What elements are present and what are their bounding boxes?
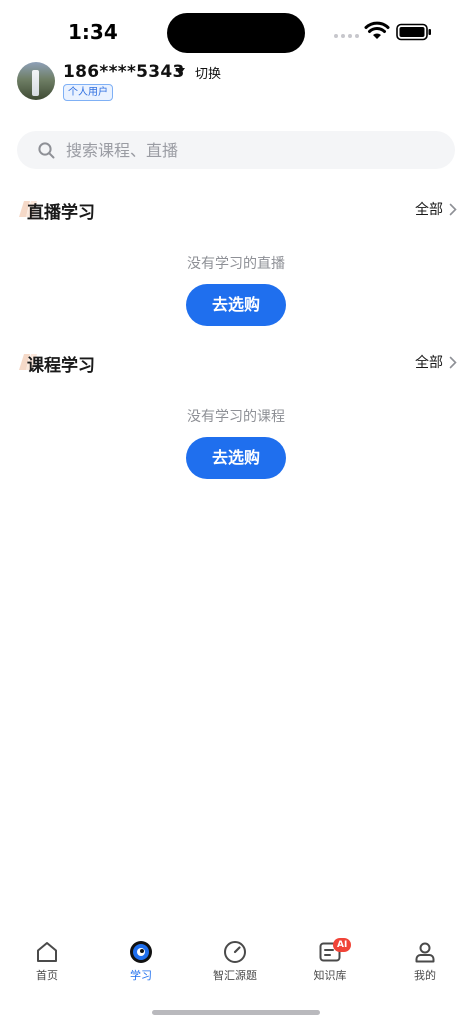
section-title: 直播学习 bbox=[27, 203, 95, 223]
search-icon bbox=[38, 142, 55, 159]
home-indicator bbox=[152, 1010, 320, 1015]
chevron-right-icon bbox=[449, 356, 457, 368]
ai-badge: AI bbox=[333, 938, 352, 952]
live-section-header: 直播学习 全部 bbox=[17, 195, 457, 225]
tab-label: 学习 bbox=[130, 969, 152, 982]
tab-label: 智汇源题 bbox=[213, 969, 257, 982]
avatar[interactable] bbox=[17, 62, 55, 100]
wifi-icon bbox=[364, 21, 390, 39]
live-empty-text: 没有学习的直播 bbox=[187, 256, 285, 272]
live-view-all-link[interactable]: 全部 bbox=[415, 199, 457, 219]
study-icon bbox=[130, 941, 152, 963]
home-icon bbox=[37, 942, 57, 962]
signal-icon bbox=[334, 34, 359, 38]
status-bar: 1:34 bbox=[0, 0, 472, 62]
tab-label: 知识库 bbox=[313, 969, 347, 982]
dynamic-island bbox=[167, 13, 305, 53]
course-empty-text: 没有学习的课程 bbox=[187, 409, 285, 425]
search-bar[interactable] bbox=[17, 131, 455, 169]
search-input[interactable] bbox=[66, 131, 426, 169]
tab-mine[interactable]: 我的 bbox=[378, 940, 472, 992]
battery-icon bbox=[396, 23, 431, 41]
course-view-all-link[interactable]: 全部 bbox=[415, 352, 457, 372]
tab-home[interactable]: 首页 bbox=[0, 940, 94, 992]
tab-label: 首页 bbox=[36, 969, 58, 982]
user-icon bbox=[415, 942, 435, 963]
tab-question-bank[interactable]: 智汇源题 bbox=[188, 940, 282, 992]
tab-label: 我的 bbox=[414, 969, 436, 982]
profile-header: 186****5343 切换 个人用户 bbox=[17, 62, 317, 104]
switch-account-button[interactable]: 切换 bbox=[195, 63, 221, 82]
view-all-label: 全部 bbox=[415, 202, 443, 218]
user-type-badge: 个人用户 bbox=[63, 84, 113, 101]
section-title: 课程学习 bbox=[27, 356, 95, 376]
tab-study[interactable]: 学习 bbox=[94, 940, 188, 992]
compass-icon bbox=[224, 941, 246, 963]
course-shop-button[interactable]: 去选购 bbox=[186, 437, 286, 479]
course-section-header: 课程学习 全部 bbox=[17, 348, 457, 378]
caret-down-icon[interactable] bbox=[175, 68, 185, 76]
view-all-label: 全部 bbox=[415, 355, 443, 371]
chevron-right-icon bbox=[449, 203, 457, 215]
account-phone[interactable]: 186****5343 bbox=[63, 62, 185, 82]
status-time: 1:34 bbox=[68, 20, 118, 44]
tab-bar: 首页 学习 智汇源题 AI 知识库 我的 bbox=[0, 932, 472, 1002]
live-shop-button[interactable]: 去选购 bbox=[186, 284, 286, 326]
tab-knowledge[interactable]: AI 知识库 bbox=[283, 938, 377, 992]
